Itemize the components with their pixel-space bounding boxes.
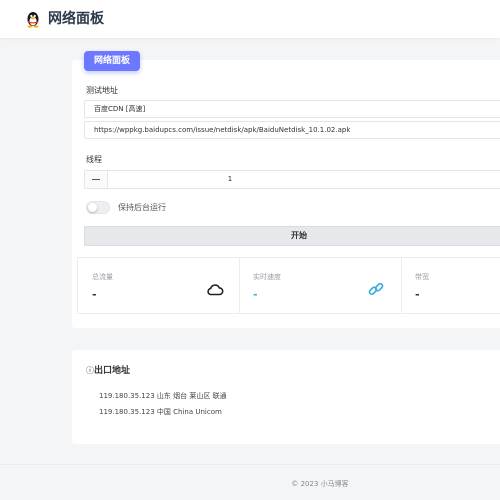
background-run-toggle[interactable] — [86, 201, 110, 214]
stat-value: - — [415, 288, 420, 301]
stat-value: - — [253, 288, 258, 301]
stat-label: 实时速度 — [253, 273, 281, 281]
qq-penguin-icon — [27, 12, 39, 28]
thread-label: 线程 — [86, 155, 102, 164]
toggle-knob — [88, 203, 97, 212]
stats-panel: 总流量 - 实时速度 - 带宽 - — [77, 257, 500, 314]
egress-ip-title-text: 出口地址 — [94, 366, 131, 376]
thread-value[interactable]: 1 — [107, 171, 500, 188]
info-icon: ⓘ — [86, 366, 94, 375]
footer-copyright: © 2023 小马博客 — [291, 480, 349, 488]
top-bar: 网络面板 — [0, 0, 500, 38]
app-title: 网络面板 — [48, 11, 104, 27]
stat-bandwidth: 带宽 - — [401, 258, 500, 313]
panel-tag: 网络面板 — [84, 51, 141, 71]
thread-stepper: 1 — [84, 170, 500, 189]
ip-line: 119.180.35.123 中国 China Unicom — [99, 408, 222, 416]
stat-realtime-speed: 实时速度 - — [239, 258, 402, 313]
test-url-label: 测试地址 — [86, 86, 118, 95]
stat-label: 总流量 — [92, 273, 113, 281]
stat-value: - — [92, 288, 97, 301]
footer-divider — [0, 464, 500, 465]
background-run-label: 保持后台运行 — [118, 203, 166, 212]
stat-total-traffic: 总流量 - — [78, 258, 240, 313]
test-url-input[interactable]: https://wppkg.baidupcs.com/issue/netdisk… — [84, 121, 500, 139]
link-icon — [368, 282, 384, 296]
thread-decrement-button[interactable] — [85, 171, 108, 188]
egress-ip-title: ⓘ出口地址 — [86, 363, 130, 376]
start-button[interactable]: 开始 — [84, 226, 500, 246]
cloud-icon — [207, 284, 224, 296]
ip-line: 119.180.35.123 山东 烟台 莱山区 联通 — [99, 392, 227, 400]
stat-label: 带宽 — [415, 273, 429, 281]
source-select[interactable]: 百度CDN [高速] — [84, 100, 500, 118]
